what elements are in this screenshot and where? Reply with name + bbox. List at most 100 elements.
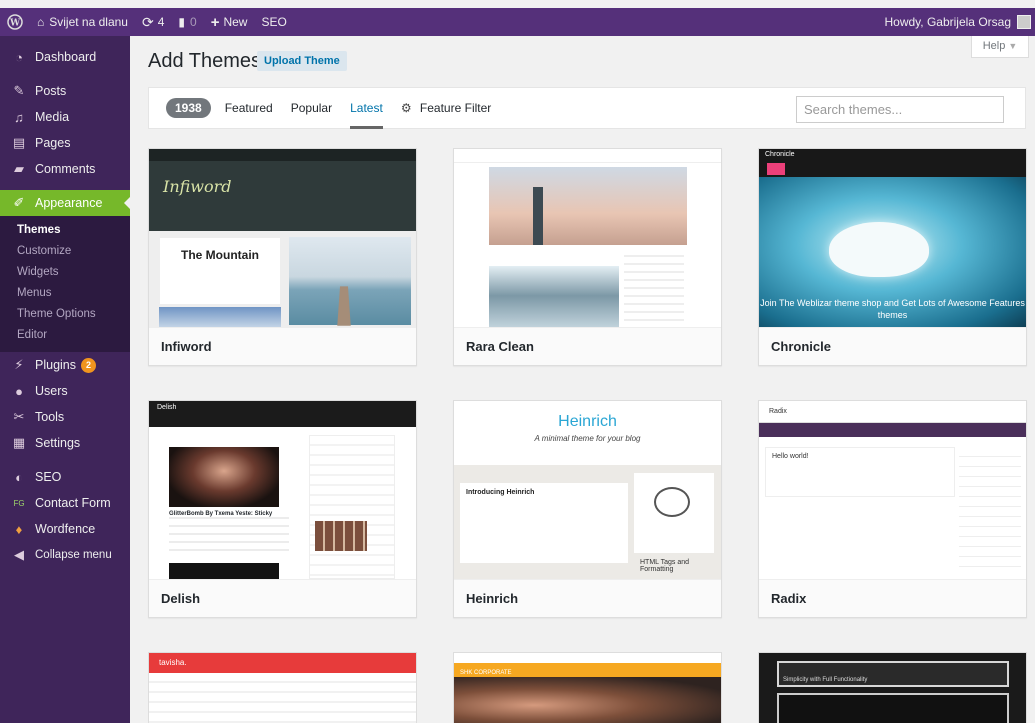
filter-popular[interactable]: Popular xyxy=(291,101,332,115)
admin-sidebar: ◔ Dashboard ✎ Posts ♫ Media ▤ Pages ▰ Co… xyxy=(0,36,130,723)
home-icon: ⌂ xyxy=(37,15,45,29)
clouds-photo xyxy=(489,249,619,327)
theme-card-shk-corporate[interactable]: SHK CORPORATE xyxy=(453,652,722,723)
comment-icon: ▰ xyxy=(14,161,24,176)
howdy-user-link[interactable]: Howdy, Gabrijela Orsag xyxy=(878,8,1035,36)
sidebar-item-contact-form[interactable]: FG Contact Form xyxy=(0,490,130,516)
collapse-icon: ◀ xyxy=(14,547,24,562)
theme-screenshot[interactable] xyxy=(454,149,721,327)
sidebar-item-seo[interactable]: ◐ SEO xyxy=(0,464,130,490)
pin-icon: ✎ xyxy=(13,83,25,98)
sidebar-item-plugins[interactable]: ⚡ Plugins 2 xyxy=(0,352,130,378)
theme-card-infiword[interactable]: Infiword The Mountain Infiword xyxy=(148,148,417,366)
plugins-update-badge: 2 xyxy=(81,357,96,373)
theme-name: Delish xyxy=(149,579,416,617)
sidebar-item-label: SEO xyxy=(35,470,62,484)
sidebar-item-dashboard[interactable]: ◔ Dashboard xyxy=(0,44,130,70)
submenu-editor[interactable]: Editor xyxy=(0,325,130,346)
form-icon: FG xyxy=(13,498,25,508)
refresh-icon: ⟳ xyxy=(141,13,154,30)
theme-card-radix[interactable]: Radix Hello world! Radix xyxy=(758,400,1027,618)
shield-icon: ♦ xyxy=(15,521,23,537)
site-name: Svijet na dlanu xyxy=(49,15,128,29)
sidebar-item-pages[interactable]: ▤ Pages xyxy=(0,130,130,156)
delish-post-title: GlitterBomb By Txema Yeste: Sticky xyxy=(169,511,289,517)
sidebar-item-settings[interactable]: ▦ Settings xyxy=(0,430,130,456)
sidebar-item-label: Dashboard xyxy=(35,50,97,64)
theme-card-heinrich[interactable]: Heinrich A minimal theme for your blog I… xyxy=(453,400,722,618)
comments-count: 0 xyxy=(190,15,197,29)
comments-link[interactable]: ▮ 0 xyxy=(171,8,203,36)
avatar[interactable] xyxy=(1017,15,1031,29)
heinrich-post-title: Introducing Heinrich xyxy=(466,489,535,496)
feature-filter-button[interactable]: ⚙ Feature Filter xyxy=(401,101,491,115)
seo-adminbar-link[interactable]: SEO xyxy=(254,8,293,36)
theme-name: Chronicle xyxy=(759,327,1026,365)
site-name-link[interactable]: ⌂ Svijet na dlanu xyxy=(30,8,135,36)
sidebar-item-tools[interactable]: ✂ Tools xyxy=(0,404,130,430)
new-content-link[interactable]: + New xyxy=(204,8,255,36)
svg-text:W: W xyxy=(9,19,21,29)
sidebar-item-label: Plugins xyxy=(35,358,76,372)
pages-icon: ▤ xyxy=(12,135,26,150)
submenu-menus[interactable]: Menus xyxy=(0,283,130,304)
filter-latest[interactable]: Latest xyxy=(350,101,383,129)
theme-screenshot[interactable]: Heinrich A minimal theme for your blog I… xyxy=(454,401,721,579)
sidebar-item-label: Collapse menu xyxy=(35,549,112,561)
appearance-submenu: Themes Customize Widgets Menus Theme Opt… xyxy=(0,216,130,352)
submenu-theme-options[interactable]: Theme Options xyxy=(0,304,130,325)
theme-card-dark[interactable]: Simplicity with Full Functionality xyxy=(758,652,1027,723)
sidebar-item-posts[interactable]: ✎ Posts xyxy=(0,78,130,104)
sidebar-item-media[interactable]: ♫ Media xyxy=(0,104,130,130)
sidebar-item-label: Appearance xyxy=(35,196,103,210)
tower-photo xyxy=(489,167,687,245)
sidebar-item-wordfence[interactable]: ♦ Wordfence xyxy=(0,516,130,542)
updates-link[interactable]: ⟳ 4 xyxy=(135,8,171,36)
theme-name: Heinrich xyxy=(454,579,721,617)
theme-card-rara-clean[interactable]: Rara Clean xyxy=(453,148,722,366)
help-tab-button[interactable]: Help ▼ xyxy=(971,36,1029,58)
comment-bubble-icon: ▮ xyxy=(178,15,186,29)
heinrich-tagline: A minimal theme for your blog xyxy=(534,434,641,443)
delish-brand: Delish xyxy=(157,404,177,411)
admin-bar: W ⌂ Svijet na dlanu ⟳ 4 ▮ 0 + New SEO Ho… xyxy=(0,8,1035,36)
submenu-themes[interactable]: Themes xyxy=(0,220,130,241)
infiword-logo: Infiword xyxy=(163,177,232,196)
sidebar-item-label: Wordfence xyxy=(35,522,96,536)
page-title: Add Themes xyxy=(148,50,262,72)
sidebar-item-users[interactable]: ● Users xyxy=(0,378,130,404)
chevron-down-icon: ▼ xyxy=(1008,41,1018,51)
chronicle-brand: Chronicle xyxy=(765,151,795,158)
heinrich-caption: HTML Tags and Formatting xyxy=(640,559,690,573)
search-themes-input[interactable] xyxy=(796,96,1004,123)
heinrich-logo: Heinrich xyxy=(558,413,617,430)
theme-card-chronicle[interactable]: Chronicle Join The Weblizar theme shop a… xyxy=(758,148,1027,366)
wrench-icon: ✂ xyxy=(13,409,25,424)
filter-featured[interactable]: Featured xyxy=(225,101,273,115)
sidebar-item-appearance[interactable]: ✐ Appearance xyxy=(0,190,130,216)
seo-icon: ◐ xyxy=(15,469,23,485)
theme-card-delish[interactable]: Delish GlitterBomb By Txema Yeste: Stick… xyxy=(148,400,417,618)
submenu-widgets[interactable]: Widgets xyxy=(0,262,130,283)
sidebar-collapse-menu[interactable]: ◀ Collapse menu xyxy=(0,542,130,568)
shk-brand: SHK CORPORATE xyxy=(460,670,512,676)
theme-screenshot[interactable]: Delish GlitterBomb By Txema Yeste: Stick… xyxy=(149,401,416,579)
users-icon: ● xyxy=(15,383,23,399)
upload-theme-button[interactable]: Upload Theme xyxy=(257,51,347,71)
updates-count: 4 xyxy=(157,15,165,29)
theme-screenshot[interactable]: Chronicle Join The Weblizar theme shop a… xyxy=(759,149,1026,327)
theme-screenshot[interactable]: Radix Hello world! xyxy=(759,401,1026,579)
sidebar-item-label: Settings xyxy=(35,436,81,450)
dark-theme-tagline: Simplicity with Full Functionality xyxy=(783,677,868,683)
pier-photo xyxy=(289,237,411,326)
radix-post-title: Hello world! xyxy=(772,453,809,460)
plus-icon: + xyxy=(210,13,220,31)
submenu-customize[interactable]: Customize xyxy=(0,241,130,262)
sidebar-item-label: Tools xyxy=(35,410,65,424)
sidebar-item-comments[interactable]: ▰ Comments xyxy=(0,156,130,182)
theme-screenshot[interactable]: Infiword The Mountain xyxy=(149,149,416,327)
brush-icon: ✐ xyxy=(13,195,25,210)
wordpress-logo-icon[interactable]: W xyxy=(0,8,30,36)
theme-name: Infiword xyxy=(149,327,416,365)
theme-card-tavisha[interactable]: tavisha. xyxy=(148,652,417,723)
